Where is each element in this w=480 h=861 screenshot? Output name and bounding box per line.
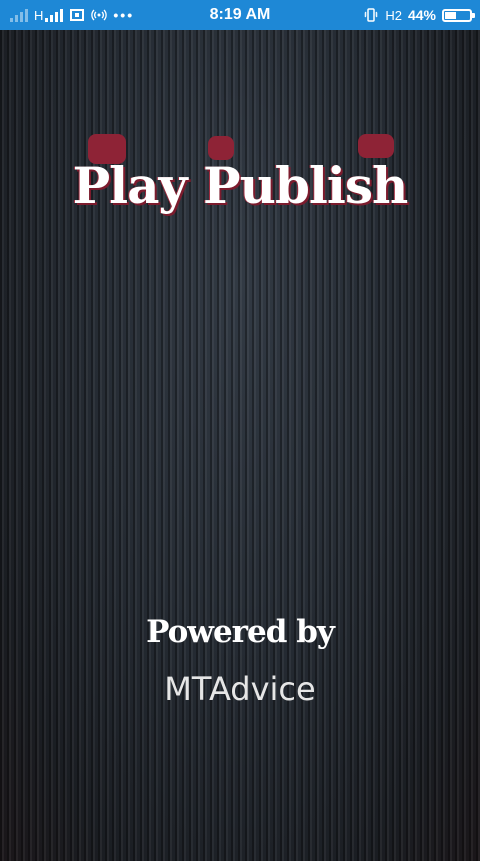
vibrate-icon <box>363 7 379 23</box>
battery-percent: 44% <box>407 7 436 23</box>
app-title: Play Publish <box>72 156 409 215</box>
data-type-label: H2 <box>385 7 402 23</box>
network-type-label: H <box>34 7 44 23</box>
status-left-group: H ••• <box>10 0 134 30</box>
company-name: MTAdvice <box>164 670 316 708</box>
more-notifications-icon: ••• <box>113 7 135 23</box>
status-right-group: H2 44% <box>363 0 475 30</box>
status-bar: H ••• 8:19 AM H2 44% <box>0 0 480 30</box>
powered-by-label: Powered by <box>146 614 335 650</box>
signal-strength-sim2-icon <box>45 8 64 22</box>
hotspot-icon <box>91 7 108 23</box>
splash-screen: Play Publish Powered by MTAdvice <box>0 30 480 861</box>
signal-strength-sim1-icon <box>10 8 28 22</box>
screenshot-icon <box>69 7 85 23</box>
battery-icon <box>442 8 475 22</box>
app-logo: Play Publish <box>40 156 440 226</box>
